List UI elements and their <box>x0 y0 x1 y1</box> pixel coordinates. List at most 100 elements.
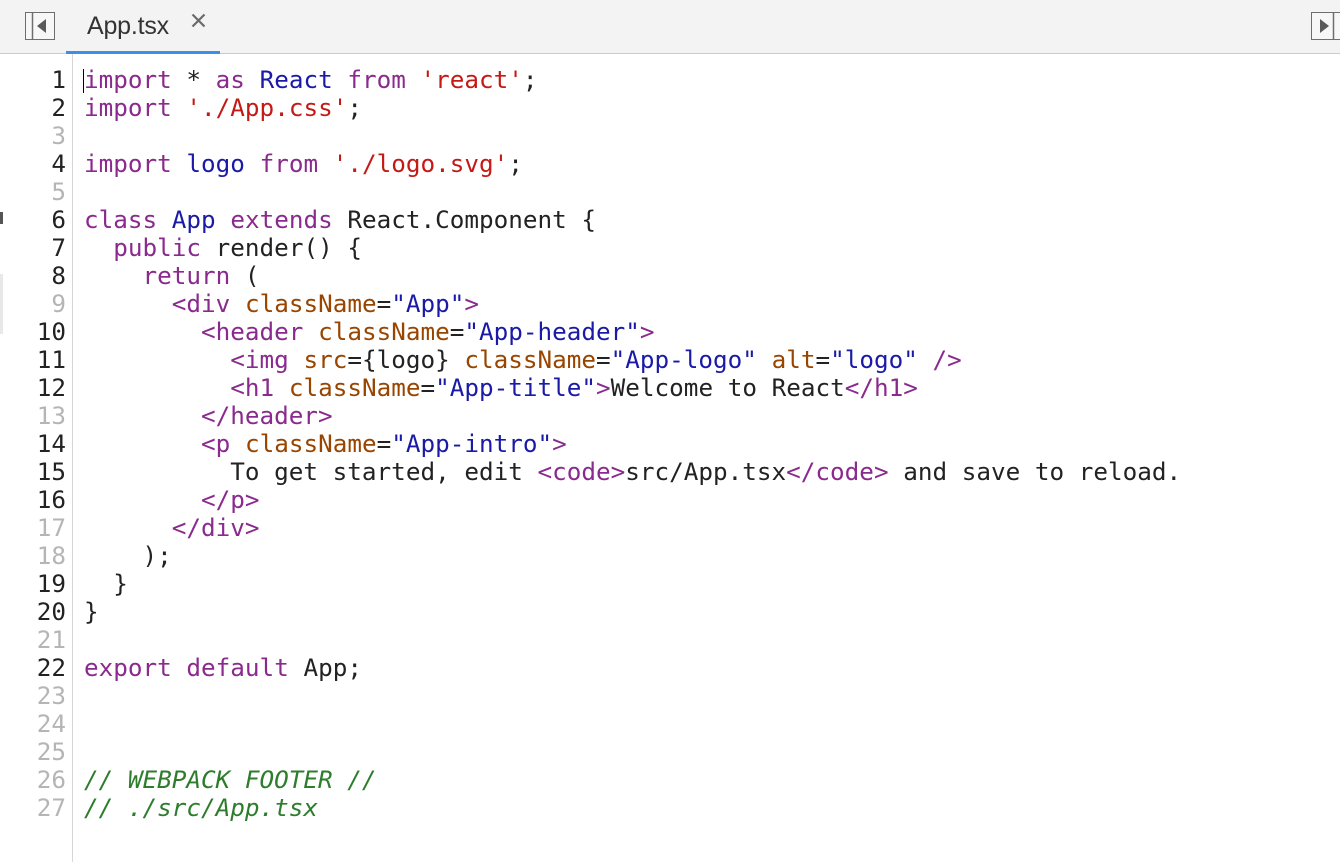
code-token-tag: > <box>639 317 655 346</box>
code-token-keyword: import <box>84 65 172 94</box>
code-line[interactable]: 21 <box>0 626 1340 654</box>
collapse-left-panel-icon[interactable] <box>25 12 55 40</box>
line-number: 24 <box>36 709 66 738</box>
code-token-keyword: extends <box>230 205 333 234</box>
line-number: 4 <box>51 149 66 178</box>
code-token-tag: <p <box>201 429 231 458</box>
code-token-plain: ; <box>508 149 523 178</box>
tab-app-tsx[interactable]: App.tsx <box>66 0 220 54</box>
code-token-tag: <header <box>201 317 304 346</box>
code-token-tag: <code> <box>537 457 626 486</box>
code-line[interactable]: 22 export default App; <box>0 654 1340 682</box>
code-line[interactable]: 13 </header> <box>0 402 1340 430</box>
code-token-keyword: from <box>347 65 406 94</box>
line-number: 27 <box>36 793 66 822</box>
line-code: class App extends React.Component { <box>84 206 596 234</box>
code-token-plain: src/App.tsx <box>625 457 787 486</box>
code-token-attribute: className <box>244 289 377 318</box>
code-line[interactable]: 6 class App extends React.Component { <box>0 206 1340 234</box>
code-token-plain: App; <box>288 653 362 682</box>
code-token-keyword: as <box>215 65 245 94</box>
code-token-plain: ( <box>230 261 260 290</box>
code-token-tag: </p> <box>201 485 260 514</box>
code-line[interactable]: 14 <p className="App-intro"> <box>0 430 1340 458</box>
code-token-string: './App.css' <box>186 93 348 122</box>
line-number: 25 <box>36 737 66 766</box>
line-code: } <box>84 598 99 626</box>
code-token-comment: // WEBPACK FOOTER // <box>84 765 377 794</box>
code-token-tag: > <box>596 373 611 402</box>
code-token-attribute: className <box>464 345 597 374</box>
code-line[interactable]: 15 To get started, edit <code>src/App.ts… <box>0 458 1340 486</box>
code-line[interactable]: 24 <box>0 710 1340 738</box>
code-line[interactable]: 10 <header className="App-header"> <box>0 318 1340 346</box>
code-editor[interactable]: 1 import * as React from 'react'; 2 import … <box>0 54 1340 862</box>
code-token-plain: = <box>420 373 436 402</box>
code-line[interactable]: 2 import './App.css'; <box>0 94 1340 122</box>
code-token-plain: } <box>84 597 99 626</box>
code-token-plain: = <box>815 345 831 374</box>
line-number: 15 <box>36 457 66 486</box>
line-code: // ./src/App.tsx <box>84 794 318 822</box>
line-number: 3 <box>51 121 66 150</box>
line-number: 18 <box>36 541 66 570</box>
line-code: <img src={logo} className="App-logo" alt… <box>84 346 962 374</box>
line-code: return ( <box>84 262 260 290</box>
line-number: 7 <box>51 233 66 262</box>
code-token-keyword: import <box>84 93 172 122</box>
line-code: import './App.css'; <box>84 94 362 122</box>
code-line[interactable]: 5 <box>0 178 1340 206</box>
code-token-keyword: default <box>186 653 289 682</box>
line-number: 21 <box>36 625 66 654</box>
code-token-plain: = <box>449 317 465 346</box>
code-token-tag: </header> <box>201 401 333 430</box>
code-line[interactable]: 12 <h1 className="App-title">Welcome to … <box>0 374 1340 402</box>
code-line[interactable]: 4 import logo from './logo.svg'; <box>0 150 1340 178</box>
code-token-attr-string: "logo" <box>830 345 918 374</box>
line-number: 1 <box>51 65 66 94</box>
code-token-keyword: export <box>84 653 172 682</box>
code-line[interactable]: 1 import * as React from 'react'; <box>0 66 1340 94</box>
code-line[interactable]: 9 <div className="App"> <box>0 290 1340 318</box>
code-token-attribute: src <box>303 345 348 374</box>
line-number: 5 <box>51 177 66 206</box>
code-token-plain: ={logo} <box>347 345 465 374</box>
code-token-plain: = <box>596 345 611 374</box>
code-token-tag: > <box>552 429 567 458</box>
code-line[interactable]: 17 </div> <box>0 514 1340 542</box>
code-token-identifier: logo <box>186 149 245 178</box>
code-line[interactable]: 20} <box>0 598 1340 626</box>
line-code: import logo from './logo.svg'; <box>84 150 523 178</box>
code-line[interactable]: 19 } <box>0 570 1340 598</box>
code-line[interactable]: 27 // ./src/App.tsx <box>0 794 1340 822</box>
code-line[interactable]: 8 return ( <box>0 262 1340 290</box>
text-cursor <box>83 69 84 93</box>
code-line[interactable]: 18 ); <box>0 542 1340 570</box>
line-code: To get started, edit <code>src/App.tsx</… <box>84 458 1181 486</box>
code-line[interactable]: 16 </p> <box>0 486 1340 514</box>
code-line[interactable]: 7 public render() { <box>0 234 1340 262</box>
code-line[interactable]: 3 <box>0 122 1340 150</box>
line-code: public render() { <box>84 234 362 262</box>
code-line[interactable]: 26 // WEBPACK FOOTER // <box>0 766 1340 794</box>
code-line[interactable]: 23 <box>0 682 1340 710</box>
code-token-plain: Welcome to React <box>610 373 845 402</box>
code-line[interactable]: 11 <img src={logo} className="App-logo" … <box>0 346 1340 374</box>
line-code: </header> <box>84 402 333 430</box>
line-number: 2 <box>51 93 66 122</box>
source-viewer: App.tsx 1 import * as React from 'react';… <box>0 0 1340 862</box>
code-line[interactable]: 25 <box>0 738 1340 766</box>
collapse-right-panel-icon[interactable] <box>1311 12 1340 40</box>
close-icon[interactable] <box>189 11 209 31</box>
